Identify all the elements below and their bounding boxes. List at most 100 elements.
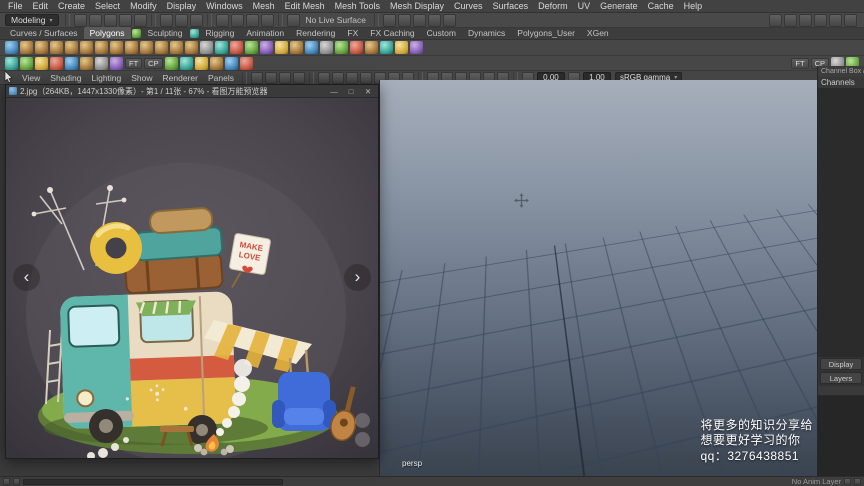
shelf-tab-xgen[interactable]: XGen <box>581 27 615 39</box>
render-current-frame-icon[interactable] <box>413 13 426 27</box>
shelf-icon-prism[interactable] <box>140 41 153 54</box>
menu-modify[interactable]: Modify <box>125 1 162 11</box>
shelf-tab-dynamics[interactable]: Dynamics <box>462 27 511 39</box>
panel-menu-show[interactable]: Show <box>126 73 157 83</box>
shelf-icon-boolean-intersection[interactable] <box>260 41 273 54</box>
undo-icon[interactable] <box>118 13 132 27</box>
shelf-icon-custom-11[interactable] <box>194 56 208 70</box>
shelf-icon-custom-14[interactable] <box>239 56 253 70</box>
sidebar-channel-box-icon[interactable] <box>799 13 812 27</box>
ipr-render-icon[interactable] <box>428 13 441 27</box>
panel-menu-panels[interactable]: Panels <box>203 73 239 83</box>
next-image-button[interactable]: › <box>344 264 371 291</box>
previous-image-button[interactable]: ‹ <box>13 264 40 291</box>
sidebar-tool-settings-icon[interactable] <box>784 13 797 27</box>
select-by-hierarchy-icon[interactable] <box>159 13 173 27</box>
snap-grid-icon[interactable] <box>215 13 229 27</box>
shelf-icon-cone[interactable] <box>50 41 63 54</box>
image-plane-icon[interactable] <box>292 71 305 84</box>
shelf-icon-mirror[interactable] <box>410 41 423 54</box>
shelf-icon-boolean-union[interactable] <box>230 41 243 54</box>
bookmark-icon[interactable] <box>278 71 291 84</box>
tab-layers[interactable]: Layers <box>820 372 862 384</box>
shelf-icon-extrude[interactable] <box>320 41 333 54</box>
shelf-icon-sphere[interactable] <box>5 41 18 54</box>
select-by-component-icon[interactable] <box>189 13 203 27</box>
shelf-tab-rigging[interactable]: Rigging <box>200 27 241 39</box>
shelf-icon-platonic[interactable] <box>110 41 123 54</box>
shelf-tab-fx-caching[interactable]: FX Caching <box>364 27 420 39</box>
shelf-icon-torus[interactable] <box>65 41 78 54</box>
menu-windows[interactable]: Windows <box>201 1 248 11</box>
snap-curve-icon[interactable] <box>230 13 244 27</box>
panel-menu-view[interactable]: View <box>17 73 45 83</box>
shelf-icon-custom-1[interactable] <box>5 56 18 70</box>
menu-mesh[interactable]: Mesh <box>248 1 280 11</box>
shelf-icon-combine[interactable] <box>275 41 288 54</box>
sidebar-modeling-toolkit-icon[interactable] <box>814 13 827 27</box>
menu-surfaces[interactable]: Surfaces <box>488 1 534 11</box>
shelf-icon-plane[interactable] <box>80 41 93 54</box>
shelf-icon-gear[interactable] <box>185 41 198 54</box>
camera-select-icon[interactable] <box>250 71 263 84</box>
shelf-icon-custom-5[interactable] <box>65 56 78 70</box>
shelf-icon-pyramid[interactable] <box>125 41 138 54</box>
shelf-icon-bevel[interactable] <box>335 41 348 54</box>
shelf-tab-custom[interactable]: Custom <box>421 27 462 39</box>
menu-display[interactable]: Display <box>162 1 202 11</box>
menu-generate[interactable]: Generate <box>595 1 643 11</box>
tab-display[interactable]: Display <box>820 358 862 370</box>
sidebar-attribute-editor-icon[interactable] <box>769 13 782 27</box>
panel-menu-shading[interactable]: Shading <box>45 73 86 83</box>
textured-icon[interactable] <box>345 71 358 84</box>
shaded-icon[interactable] <box>331 71 344 84</box>
menu-curves[interactable]: Curves <box>449 1 488 11</box>
shelf-icon-custom-10[interactable] <box>179 56 193 70</box>
shelf-icon-custom-3[interactable] <box>35 56 48 70</box>
ft-button[interactable]: FT <box>125 57 143 69</box>
menu-select[interactable]: Select <box>90 1 125 11</box>
help-line-icon[interactable] <box>854 478 861 485</box>
script-editor-icon[interactable] <box>13 478 20 485</box>
minimize-button[interactable]: — <box>327 86 341 97</box>
shelf-icon-custom-2[interactable] <box>20 56 33 70</box>
shelf-icon-helix[interactable] <box>170 41 183 54</box>
command-line[interactable] <box>23 478 283 485</box>
shelf-icon-custom-6[interactable] <box>80 56 93 70</box>
shelf-icon-custom-12[interactable] <box>209 56 223 70</box>
shelf-tab-sculpting[interactable]: Sculpting <box>142 27 189 39</box>
new-scene-icon[interactable] <box>73 13 87 27</box>
open-render-view-icon[interactable] <box>398 13 411 27</box>
save-scene-icon[interactable] <box>103 13 117 27</box>
panel-menu-renderer[interactable]: Renderer <box>158 73 203 83</box>
shelf-icon-bridge[interactable] <box>350 41 363 54</box>
shelf-icon-target-weld[interactable] <box>380 41 393 54</box>
image-viewer-titlebar[interactable]: 2.jpg（264KB，1447x1330像素）- 第1 / 11张 - 67%… <box>6 85 378 98</box>
ft-button-2[interactable]: FT <box>791 57 809 69</box>
snap-plane-icon[interactable] <box>260 13 274 27</box>
viewer-tool-button-1[interactable] <box>355 413 370 428</box>
menu-edit[interactable]: Edit <box>28 1 54 11</box>
select-by-object-icon[interactable] <box>174 13 188 27</box>
shelf-icon-separate[interactable] <box>290 41 303 54</box>
snap-point-icon[interactable] <box>245 13 259 27</box>
viewer-tool-button-2[interactable] <box>355 432 370 447</box>
shelf-icon-quad-draw[interactable] <box>395 41 408 54</box>
menu-help[interactable]: Help <box>679 1 708 11</box>
shelf-icon-pipe[interactable] <box>155 41 168 54</box>
shelf-tab-rendering[interactable]: Rendering <box>290 27 341 39</box>
panel-menu-lighting[interactable]: Lighting <box>86 73 126 83</box>
menu-uv[interactable]: UV <box>573 1 596 11</box>
menu-cache[interactable]: Cache <box>643 1 679 11</box>
lighting-icon[interactable] <box>359 71 372 84</box>
shelf-icon-soccer-ball[interactable] <box>200 41 213 54</box>
close-button[interactable]: ✕ <box>361 86 375 97</box>
menu-file[interactable]: File <box>3 1 28 11</box>
shelf-icon-custom-4[interactable] <box>50 56 63 70</box>
make-live-icon[interactable] <box>286 13 300 27</box>
cp-button[interactable]: CP <box>144 57 163 69</box>
menu-deform[interactable]: Deform <box>533 1 573 11</box>
shelf-icon-custom-7[interactable] <box>95 56 108 70</box>
shelf-icon-disc[interactable] <box>95 41 108 54</box>
shelf-icon-custom-8[interactable] <box>110 56 123 70</box>
